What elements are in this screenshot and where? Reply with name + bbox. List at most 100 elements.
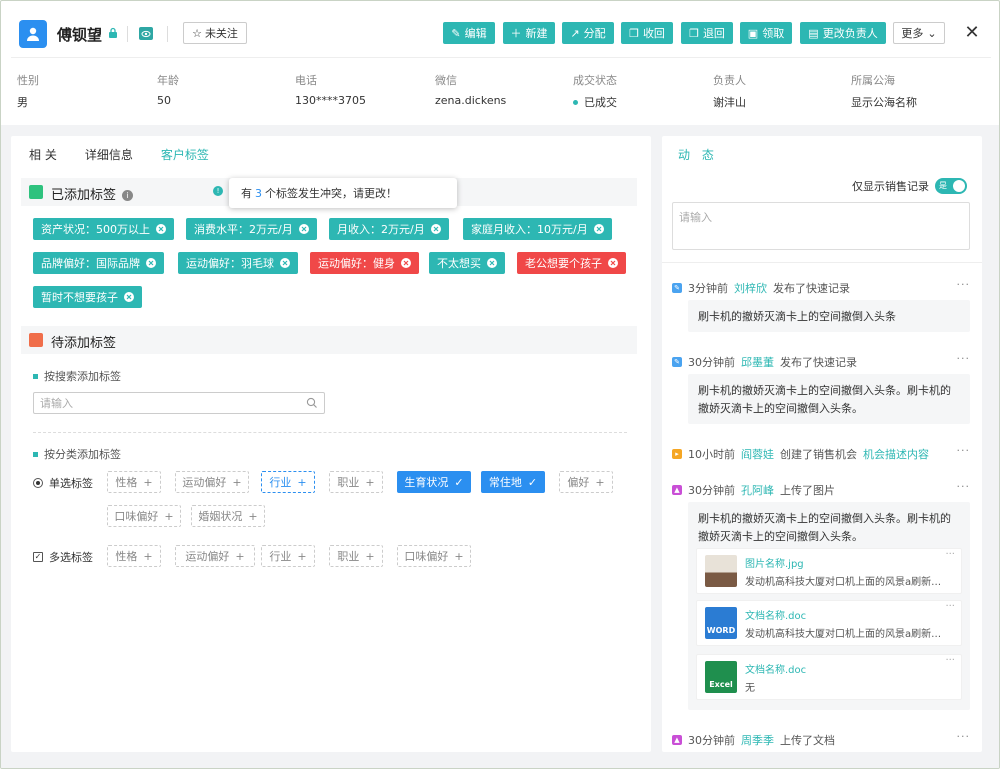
activity-user[interactable]: 阎蓉娃	[741, 446, 774, 462]
category-chip-selected[interactable]: 生育状况 ✓	[397, 471, 471, 493]
file-card-image[interactable]: 图片名称.jpg 发动机高科技大厦对口机上面的风景a刷新… ···	[696, 548, 962, 594]
remove-icon[interactable]	[401, 258, 411, 268]
warning-icon[interactable]: !	[213, 186, 223, 196]
remove-icon[interactable]	[156, 224, 166, 234]
multi-select-row-label[interactable]: ✓ 多选标签	[33, 549, 93, 565]
remove-icon[interactable]	[430, 224, 441, 234]
single-label: 单选标签	[49, 477, 93, 490]
tag-icon	[29, 185, 43, 199]
added-tag[interactable]: 资产状况：500万以上	[33, 218, 174, 240]
chip-label: 性格	[115, 550, 138, 563]
file-name[interactable]: 图片名称.jpg	[745, 555, 804, 570]
activity-title: 动 态	[678, 148, 718, 162]
activity-item-header: ▲ 30分钟前 周季季 上传了文档 ···	[672, 730, 972, 748]
plus-icon: +	[164, 509, 174, 523]
lock-icon	[109, 27, 117, 38]
category-chip[interactable]: 性格 +	[107, 545, 161, 567]
activity-item-header: ▸ 10小时前 阎蓉娃 创建了销售机会 机会描述内容 ···	[672, 444, 972, 462]
file-name[interactable]: 文档名称.doc	[745, 661, 806, 676]
category-chip[interactable]: 职业 +	[329, 545, 383, 567]
tag-label: 运动偏好：健身	[318, 257, 395, 270]
search-icon[interactable]	[306, 397, 318, 409]
tab-details[interactable]: 详细信息	[85, 146, 133, 163]
change-owner-button[interactable]: ▤ 更改负责人	[800, 22, 886, 44]
chip-label: 职业	[337, 550, 360, 563]
category-chip[interactable]: 职业 +	[329, 471, 383, 493]
return-button[interactable]: ❐ 退回	[681, 22, 733, 44]
category-chip[interactable]: 运动偏好 +	[175, 545, 255, 567]
remove-icon[interactable]	[487, 258, 497, 268]
edit-button[interactable]: ✎ 编辑	[443, 22, 495, 44]
file-card-excel[interactable]: Excel 文档名称.doc 无 ···	[696, 654, 962, 700]
chip-label: 运动偏好	[182, 476, 227, 489]
more-icon[interactable]: ···	[945, 549, 955, 560]
tag-search-input[interactable]: 请输入	[33, 392, 325, 414]
remove-icon[interactable]	[146, 258, 156, 268]
activity-user[interactable]: 刘梓欣	[734, 280, 767, 296]
more-icon[interactable]: ···	[945, 601, 955, 612]
added-tag[interactable]: 暂时不想要孩子	[33, 286, 142, 308]
assign-button[interactable]: ↗ 分配	[562, 22, 614, 44]
checkbox-icon[interactable]: ✓	[33, 552, 43, 562]
activity-time: 30分钟前	[688, 484, 735, 497]
activity-user[interactable]: 周季季	[741, 732, 774, 748]
activity-user[interactable]: 邱墨董	[741, 354, 774, 370]
activity-input[interactable]: 请输入	[672, 202, 970, 250]
remove-icon[interactable]	[124, 292, 134, 302]
info-icon[interactable]: i	[122, 190, 134, 201]
category-chip[interactable]: 性格 +	[107, 471, 161, 493]
tab-customer-tags[interactable]: 客户标签	[161, 146, 209, 163]
sales-only-toggle-row: 仅显示销售记录 是	[852, 178, 967, 194]
close-icon[interactable]: ✕	[961, 21, 983, 43]
tab-related[interactable]: 相 关	[29, 146, 57, 163]
sales-only-toggle[interactable]: 是	[935, 178, 967, 194]
added-tag[interactable]: 消费水平：2万元/月	[186, 218, 317, 240]
single-select-row-label[interactable]: 单选标签	[33, 475, 93, 491]
added-tag[interactable]: 不太想买	[429, 252, 505, 274]
field-owner: 负责人 谢沣山	[713, 72, 746, 110]
category-chip[interactable]: 偏好 +	[559, 471, 613, 493]
remove-icon[interactable]	[280, 258, 290, 268]
activity-item-header: ✎ 3分钟前 刘梓欣 发布了快速记录 ···	[672, 278, 972, 296]
new-button[interactable]: ＋新建	[503, 22, 555, 44]
added-tag[interactable]: 品牌偏好：国际品牌	[33, 252, 164, 274]
check-icon: ✓	[454, 475, 464, 489]
category-chip-focused[interactable]: 行业 +	[261, 471, 315, 493]
more-icon[interactable]: ···	[957, 444, 971, 457]
category-chip[interactable]: 婚姻状况 +	[191, 505, 265, 527]
bullet	[33, 373, 38, 379]
more-icon[interactable]: ···	[957, 278, 971, 291]
radio-icon[interactable]	[33, 478, 43, 488]
category-chip[interactable]: 口味偏好 +	[107, 505, 181, 527]
conflict-tag[interactable]: 老公想要个孩子	[517, 252, 626, 274]
added-tag[interactable]: 家庭月收入：10万元/月	[463, 218, 612, 240]
more-dropdown[interactable]: 更多 ⌄	[893, 22, 945, 44]
category-chip[interactable]: 口味偏好 +	[397, 545, 471, 567]
reclaim-button[interactable]: ❐ 收回	[621, 22, 673, 44]
added-tag[interactable]: 月收入：2万元/月	[329, 218, 449, 240]
activity-user[interactable]: 孔阿峰	[741, 482, 774, 498]
remove-icon[interactable]	[593, 224, 604, 234]
plus-icon: +	[232, 475, 242, 489]
category-chip-selected[interactable]: 常住地 ✓	[481, 471, 545, 493]
field-label: 微信	[435, 74, 457, 87]
file-card-word[interactable]: WORD 文档名称.doc 发动机高科技大厦对口机上面的风景a刷新… ···	[696, 600, 962, 646]
more-icon[interactable]: ···	[957, 730, 971, 743]
view-icon[interactable]	[139, 27, 153, 40]
opportunity-link[interactable]: 机会描述内容	[863, 446, 929, 462]
toggle-state: 是	[939, 181, 947, 190]
tag-label: 运动偏好：羽毛球	[186, 257, 274, 270]
claim-button[interactable]: ▣ 领取	[740, 22, 792, 44]
remove-icon[interactable]	[608, 258, 618, 268]
category-section-label: 按分类添加标签	[33, 446, 121, 462]
more-icon[interactable]: ···	[957, 480, 971, 493]
category-chip[interactable]: 运动偏好 +	[175, 471, 249, 493]
file-name[interactable]: 文档名称.doc	[745, 607, 806, 622]
category-chip[interactable]: 行业 +	[261, 545, 315, 567]
more-icon[interactable]: ···	[945, 655, 955, 666]
added-tag[interactable]: 运动偏好：羽毛球	[178, 252, 298, 274]
conflict-tag[interactable]: 运动偏好：健身	[310, 252, 419, 274]
remove-icon[interactable]	[298, 224, 309, 234]
more-icon[interactable]: ···	[957, 352, 971, 365]
follow-button[interactable]: ☆ 未关注	[183, 22, 247, 44]
